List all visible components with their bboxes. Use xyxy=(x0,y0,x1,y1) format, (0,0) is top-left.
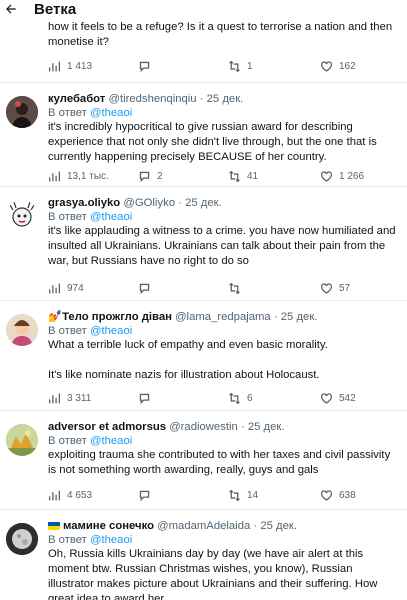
ukraine-flag-icon xyxy=(48,522,60,531)
display-name[interactable]: мамине сонечко xyxy=(63,520,154,532)
tweet-header: 💅Тело прожгло діван @lama_redpajama · 25… xyxy=(48,311,318,323)
user-handle[interactable]: @GOliyko xyxy=(123,197,175,209)
nail-polish-emoji-icon: 💅 xyxy=(48,311,63,323)
user-handle[interactable]: @lama_redpajama xyxy=(175,311,271,323)
display-name[interactable]: adversor et admorsus xyxy=(48,421,166,433)
top-bar: Ветка xyxy=(0,0,407,18)
avatar[interactable] xyxy=(6,96,38,128)
reply-icon xyxy=(139,171,150,182)
mention-link[interactable]: @theaoi xyxy=(90,435,132,447)
back-arrow-icon[interactable] xyxy=(0,0,22,18)
tweet-text: What a terrible luck of empathy and even… xyxy=(48,339,328,381)
reply-button[interactable] xyxy=(138,487,151,503)
reply-context: В ответ @theaoi xyxy=(48,107,133,119)
mention-link[interactable]: @theaoi xyxy=(90,107,132,119)
avatar[interactable] xyxy=(6,314,38,346)
tweet[interactable]: adversor et admorsus @radiowestin · 25 д… xyxy=(0,412,407,510)
reply-button[interactable] xyxy=(138,390,151,406)
tweet-actions: 974 57 xyxy=(48,280,398,296)
tweet-text: it's incredibly hypocritical to give rus… xyxy=(48,121,377,163)
heart-icon xyxy=(320,282,333,294)
tweet-time[interactable]: 25 дек. xyxy=(207,93,244,105)
reply-icon xyxy=(139,490,150,501)
user-handle[interactable]: @radiowestin xyxy=(169,421,238,433)
views-count[interactable]: 13,1 тыс. xyxy=(48,168,109,184)
tweet-text: exploiting trauma she contributed to wit… xyxy=(48,449,391,476)
views-count[interactable]: 974 xyxy=(48,280,84,296)
views-count[interactable]: 1 413 xyxy=(48,58,92,74)
tweet-actions: 4 653 14 638 xyxy=(48,487,398,503)
tweet-actions: 1 413 1 162 xyxy=(48,58,398,74)
user-handle[interactable]: @tiredshenqinqiu xyxy=(108,93,196,105)
avatar[interactable] xyxy=(6,424,38,456)
retweet-button[interactable] xyxy=(228,280,241,296)
heart-icon xyxy=(320,170,333,182)
tweet-header: adversor et admorsus @radiowestin · 25 д… xyxy=(48,421,285,433)
tweet-partial[interactable]: how it feels to be a refuge? Is it a que… xyxy=(0,16,407,83)
reply-icon xyxy=(139,283,150,294)
retweet-button[interactable]: 1 xyxy=(228,58,253,74)
display-name[interactable]: grasya.oliyko xyxy=(48,197,120,209)
tweet[interactable]: мамине сонечко @madamAdelaida · 25 дек. … xyxy=(0,511,407,600)
tweet-header: кулебабот @tiredshenqinqiu · 25 дек. xyxy=(48,93,244,105)
retweet-icon xyxy=(229,392,240,404)
user-handle[interactable]: @madamAdelaida xyxy=(157,520,250,532)
tweet-time[interactable]: 25 дек. xyxy=(260,520,297,532)
retweet-icon xyxy=(229,489,240,501)
tweet-text: how it feels to be a refuge? Is it a que… xyxy=(48,21,393,48)
heart-icon xyxy=(320,392,333,404)
tweet-time[interactable]: 25 дек. xyxy=(185,197,222,209)
tweet-time[interactable]: 25 дек. xyxy=(248,421,285,433)
retweet-icon xyxy=(229,170,240,182)
reply-icon xyxy=(139,61,150,72)
reply-context: В ответ @theaoi xyxy=(48,325,133,337)
views-icon xyxy=(48,61,61,71)
mention-link[interactable]: @theaoi xyxy=(90,534,132,546)
heart-icon xyxy=(320,489,333,501)
like-button[interactable]: 638 xyxy=(320,487,356,503)
retweet-icon xyxy=(229,282,240,294)
views-count[interactable]: 4 653 xyxy=(48,487,92,503)
like-button[interactable]: 162 xyxy=(320,58,356,74)
mention-link[interactable]: @theaoi xyxy=(90,211,132,223)
views-count[interactable]: 3 311 xyxy=(48,390,91,406)
avatar[interactable] xyxy=(6,200,38,232)
reply-button[interactable] xyxy=(138,280,151,296)
views-icon xyxy=(48,171,61,181)
tweet-header: grasya.oliyko @GOliyko · 25 дек. xyxy=(48,197,222,209)
reply-button[interactable]: 2 xyxy=(138,168,163,184)
display-name[interactable]: кулебабот xyxy=(48,93,105,105)
tweet[interactable]: кулебабот @tiredshenqinqiu · 25 дек. В о… xyxy=(0,84,407,187)
reply-icon xyxy=(139,393,150,404)
retweet-button[interactable]: 6 xyxy=(228,390,253,406)
page-title: Ветка xyxy=(34,0,77,18)
tweet-text: it's like applauding a witness to a crim… xyxy=(48,225,396,267)
like-button[interactable]: 1 266 xyxy=(320,168,364,184)
tweet-time[interactable]: 25 дек. xyxy=(281,311,318,323)
retweet-button[interactable]: 41 xyxy=(228,168,258,184)
views-icon xyxy=(48,283,61,293)
views-icon xyxy=(48,393,61,403)
retweet-button[interactable]: 14 xyxy=(228,487,258,503)
mention-link[interactable]: @theaoi xyxy=(90,325,132,337)
display-name[interactable]: Тело прожгло діван xyxy=(62,311,172,323)
tweet-header: мамине сонечко @madamAdelaida · 25 дек. xyxy=(48,519,297,533)
like-button[interactable]: 542 xyxy=(320,390,356,406)
tweet-text: Oh, Russia kills Ukrainians day by day (… xyxy=(48,548,378,600)
heart-icon xyxy=(320,60,333,72)
avatar[interactable] xyxy=(6,523,38,555)
tweet[interactable]: grasya.oliyko @GOliyko · 25 дек. В ответ… xyxy=(0,188,407,301)
retweet-icon xyxy=(229,60,240,72)
reply-context: В ответ @theaoi xyxy=(48,211,133,223)
tweet[interactable]: 💅Тело прожгло діван @lama_redpajama · 25… xyxy=(0,302,407,411)
reply-context: В ответ @theaoi xyxy=(48,435,133,447)
reply-context: В ответ @theaoi xyxy=(48,534,133,546)
tweet-actions: 13,1 тыс. 2 41 1 266 xyxy=(48,168,398,184)
like-button[interactable]: 57 xyxy=(320,280,350,296)
tweet-actions: 3 311 6 542 xyxy=(48,390,398,406)
views-icon xyxy=(48,490,61,500)
reply-button[interactable] xyxy=(138,58,151,74)
